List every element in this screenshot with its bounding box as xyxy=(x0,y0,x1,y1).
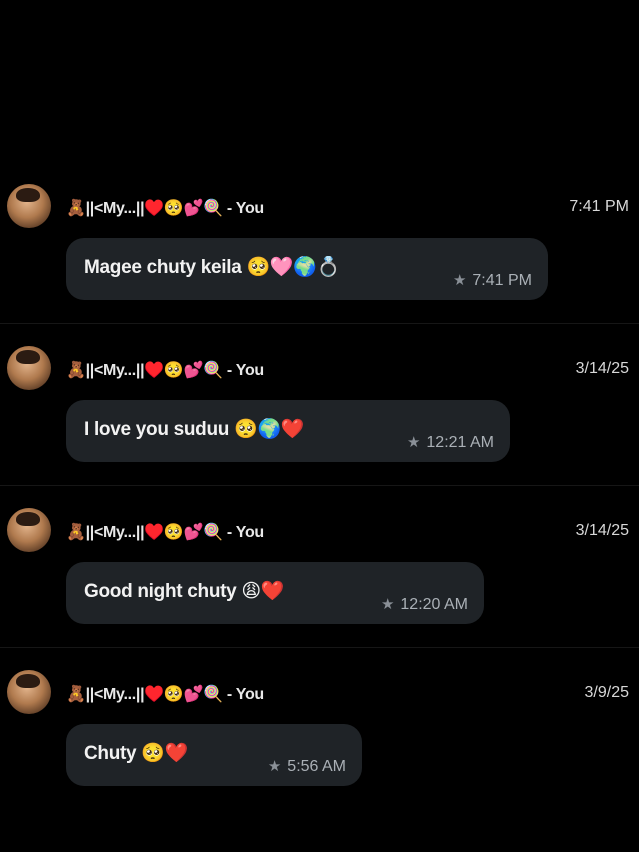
sender-name: 🧸||<My...||♥️🥺💕🍭 - You xyxy=(66,524,264,541)
message-time: 12:20 AM xyxy=(400,596,468,613)
message-date: 7:41 PM xyxy=(569,198,629,215)
avatar[interactable] xyxy=(7,508,51,552)
starred-messages-list: 🧸||<My...||♥️🥺💕🍭 - You 7:41 PM Magee chu… xyxy=(0,162,639,810)
sender-name: 🧸||<My...||♥️🥺💕🍭 - You xyxy=(66,362,264,379)
avatar[interactable] xyxy=(7,184,51,228)
list-item[interactable]: 🧸||<My...||♥️🥺💕🍭 - You 7:41 PM Magee chu… xyxy=(0,162,639,324)
message-date: 3/14/25 xyxy=(575,360,629,377)
star-icon: ★ xyxy=(406,434,421,451)
star-icon: ★ xyxy=(452,272,467,289)
message-time: 7:41 PM xyxy=(472,272,532,289)
message-time: 5:56 AM xyxy=(287,758,346,775)
message-meta: ★ 5:56 AM xyxy=(268,757,346,776)
list-item[interactable]: 🧸||<My...||♥️🥺💕🍭 - You 3/9/25 Chuty 🥺❤️ … xyxy=(0,648,639,810)
message-meta: ★ 12:21 AM xyxy=(407,433,494,452)
star-icon: ★ xyxy=(380,596,395,613)
message-bubble[interactable]: Good night chuty 😩❤️ ★ 12:20 AM xyxy=(66,562,484,624)
message-text: I love you suduu 🥺🌍❤️ xyxy=(84,419,305,440)
message-text: Good night chuty 😩❤️ xyxy=(84,581,285,602)
star-icon: ★ xyxy=(267,758,282,775)
message-date: 3/14/25 xyxy=(575,522,629,539)
avatar[interactable] xyxy=(7,670,51,714)
sender-name: 🧸||<My...||♥️🥺💕🍭 - You xyxy=(66,200,264,217)
message-date: 3/9/25 xyxy=(584,684,629,701)
message-meta: ★ 7:41 PM xyxy=(453,271,532,290)
message-time: 12:21 AM xyxy=(426,434,494,451)
list-item[interactable]: 🧸||<My...||♥️🥺💕🍭 - You 3/14/25 I love yo… xyxy=(0,324,639,486)
message-text: Chuty 🥺❤️ xyxy=(84,743,189,764)
message-text: Magee chuty keila 🥺🩷🌍💍 xyxy=(84,257,340,278)
avatar[interactable] xyxy=(7,346,51,390)
sender-name: 🧸||<My...||♥️🥺💕🍭 - You xyxy=(66,686,264,703)
message-bubble[interactable]: Magee chuty keila 🥺🩷🌍💍 ★ 7:41 PM xyxy=(66,238,548,300)
message-bubble[interactable]: I love you suduu 🥺🌍❤️ ★ 12:21 AM xyxy=(66,400,510,462)
list-item[interactable]: 🧸||<My...||♥️🥺💕🍭 - You 3/14/25 Good nigh… xyxy=(0,486,639,648)
message-meta: ★ 12:20 AM xyxy=(381,595,468,614)
message-bubble[interactable]: Chuty 🥺❤️ ★ 5:56 AM xyxy=(66,724,362,786)
